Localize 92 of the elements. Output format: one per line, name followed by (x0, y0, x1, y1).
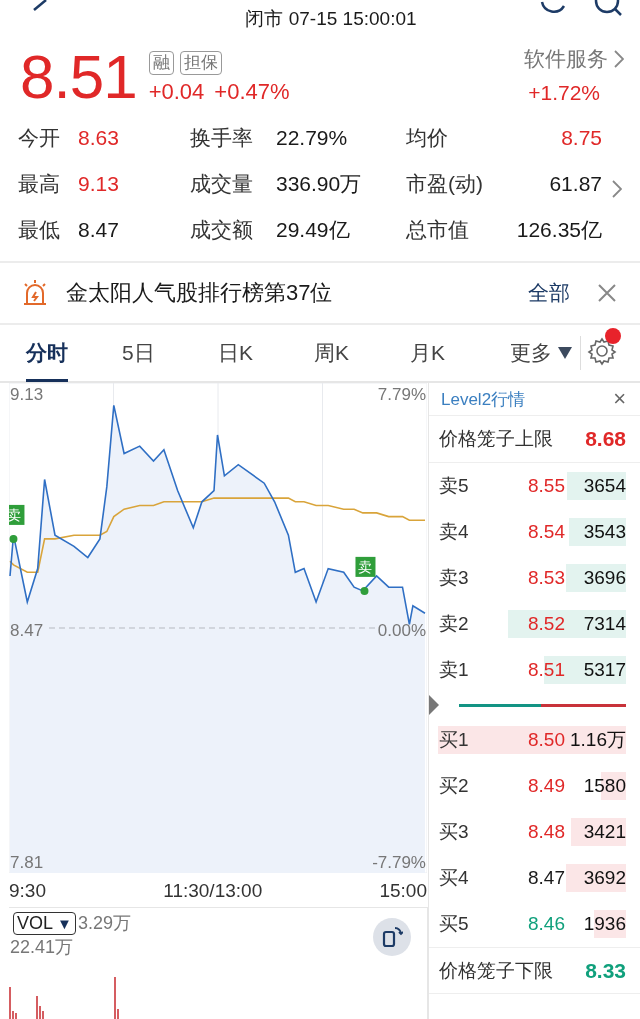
order-price: 8.51 (527, 659, 565, 681)
order-volume: 3692 (583, 867, 626, 889)
chart-tab[interactable]: 分时 (26, 324, 68, 382)
order-volume: 3543 (583, 521, 626, 543)
order-volume: 5317 (583, 659, 626, 681)
order-volume: 3654 (583, 475, 626, 497)
more-tab[interactable]: 更多 (510, 339, 572, 367)
order-price: 8.50 (527, 729, 565, 751)
order-label: 卖2 (439, 612, 470, 636)
stat-value: 126.35亿 (515, 217, 602, 243)
order-label: 卖3 (439, 566, 470, 590)
stat-label: 今开 (18, 125, 61, 151)
axis-label: -7.79% (372, 853, 426, 872)
order-price: 8.52 (527, 613, 565, 635)
rotate-icon (381, 926, 403, 948)
axis-label: 0.00% (377, 621, 426, 640)
stat-label: 最高 (18, 171, 61, 197)
order-label: 买1 (439, 728, 470, 752)
level2-title[interactable]: Level2行情 (441, 387, 526, 411)
stat-label: 换手率 (190, 125, 254, 151)
indicator-dropdown[interactable]: VOL ▼ (13, 911, 76, 935)
order-price: 8.47 (527, 867, 565, 889)
order-volume: 1936 (583, 913, 626, 935)
volume-max-label: 22.41万 (9, 936, 74, 959)
stat-label: 总市值 (406, 217, 470, 243)
limit-label: 价格笼子下限 (439, 958, 553, 983)
stat-label: 均价 (406, 125, 449, 151)
price-change: +0.04 (148, 79, 205, 105)
order-volume: 7314 (583, 613, 626, 635)
search-icon[interactable] (594, 0, 624, 18)
banner-text: 金太阳人气股排行榜第37位 (66, 279, 333, 307)
order-price: 8.46 (527, 913, 565, 935)
chart-tab[interactable]: 5日 (122, 324, 155, 382)
stat-value: 9.13 (78, 172, 120, 196)
stat-value: 8.47 (78, 218, 120, 242)
axis-label: 7.81 (10, 853, 44, 872)
chart-tab[interactable]: 周K (314, 324, 349, 382)
order-price: 8.48 (527, 821, 565, 843)
stock-tag: 担保 (179, 51, 222, 75)
volume-value: 3.29万 (77, 912, 131, 935)
stat-value: 29.49亿 (276, 217, 351, 243)
stat-label: 成交量 (190, 171, 254, 197)
time-label: 15:00 (379, 880, 427, 902)
stat-value: 336.90万 (276, 171, 363, 197)
order-price: 8.54 (527, 521, 565, 543)
close-button[interactable]: × (613, 386, 626, 412)
settings-icon[interactable] (587, 336, 617, 366)
time-label: 11:30/13:00 (163, 880, 263, 902)
chart-tab[interactable]: 月K (410, 324, 445, 382)
rotate-button[interactable] (373, 918, 411, 956)
order-label: 买2 (439, 774, 470, 798)
axis-label: 7.79% (377, 385, 426, 404)
chevron-icon (614, 50, 624, 68)
order-volume: 3696 (583, 567, 626, 589)
order-price: 8.49 (527, 775, 565, 797)
stat-value: 8.63 (78, 126, 120, 150)
collapse-handle-icon[interactable] (429, 695, 439, 715)
sector-link[interactable]: 软件服务 (524, 45, 624, 73)
chart-tab[interactable]: 日K (218, 324, 253, 382)
stat-label: 最低 (18, 217, 61, 243)
axis-label: 8.47 (10, 621, 44, 640)
chevron-icon[interactable] (612, 180, 622, 198)
stat-value: 22.79% (276, 126, 349, 150)
time-label: 9:30 (9, 880, 46, 902)
limit-label: 价格笼子上限 (439, 427, 553, 451)
order-label: 买4 (439, 866, 470, 890)
order-price: 8.55 (527, 475, 565, 497)
limit-value: 8.68 (585, 427, 626, 451)
change-percent: +0.47% (214, 79, 290, 105)
order-label: 买5 (439, 912, 470, 936)
stat-value: 61.87 (548, 172, 602, 196)
stat-value: 8.75 (560, 126, 602, 150)
order-volume: 3421 (583, 821, 626, 843)
stat-label: 成交额 (190, 217, 254, 243)
order-price: 8.53 (527, 567, 565, 589)
stock-tag: 融 (148, 51, 174, 75)
stat-label: 市盈(动) (406, 171, 484, 197)
window-title: 闭市 07-15 15:00:01 (245, 7, 417, 31)
all-link[interactable]: 全部 (528, 279, 570, 307)
close-button[interactable] (598, 284, 616, 302)
limit-value: 8.33 (585, 958, 626, 983)
caret-icon (558, 347, 572, 359)
order-volume: 1.16万 (570, 728, 626, 752)
refresh-icon[interactable] (538, 0, 568, 16)
current-price: 8.51 (20, 41, 137, 113)
sector-change: +1.72% (528, 81, 600, 105)
order-label: 买3 (439, 820, 470, 844)
axis-label: 9.13 (10, 385, 44, 404)
order-label: 卖4 (439, 520, 470, 544)
order-label: 卖5 (439, 474, 470, 498)
order-label: 卖1 (439, 658, 470, 682)
order-volume: 1580 (583, 775, 626, 797)
